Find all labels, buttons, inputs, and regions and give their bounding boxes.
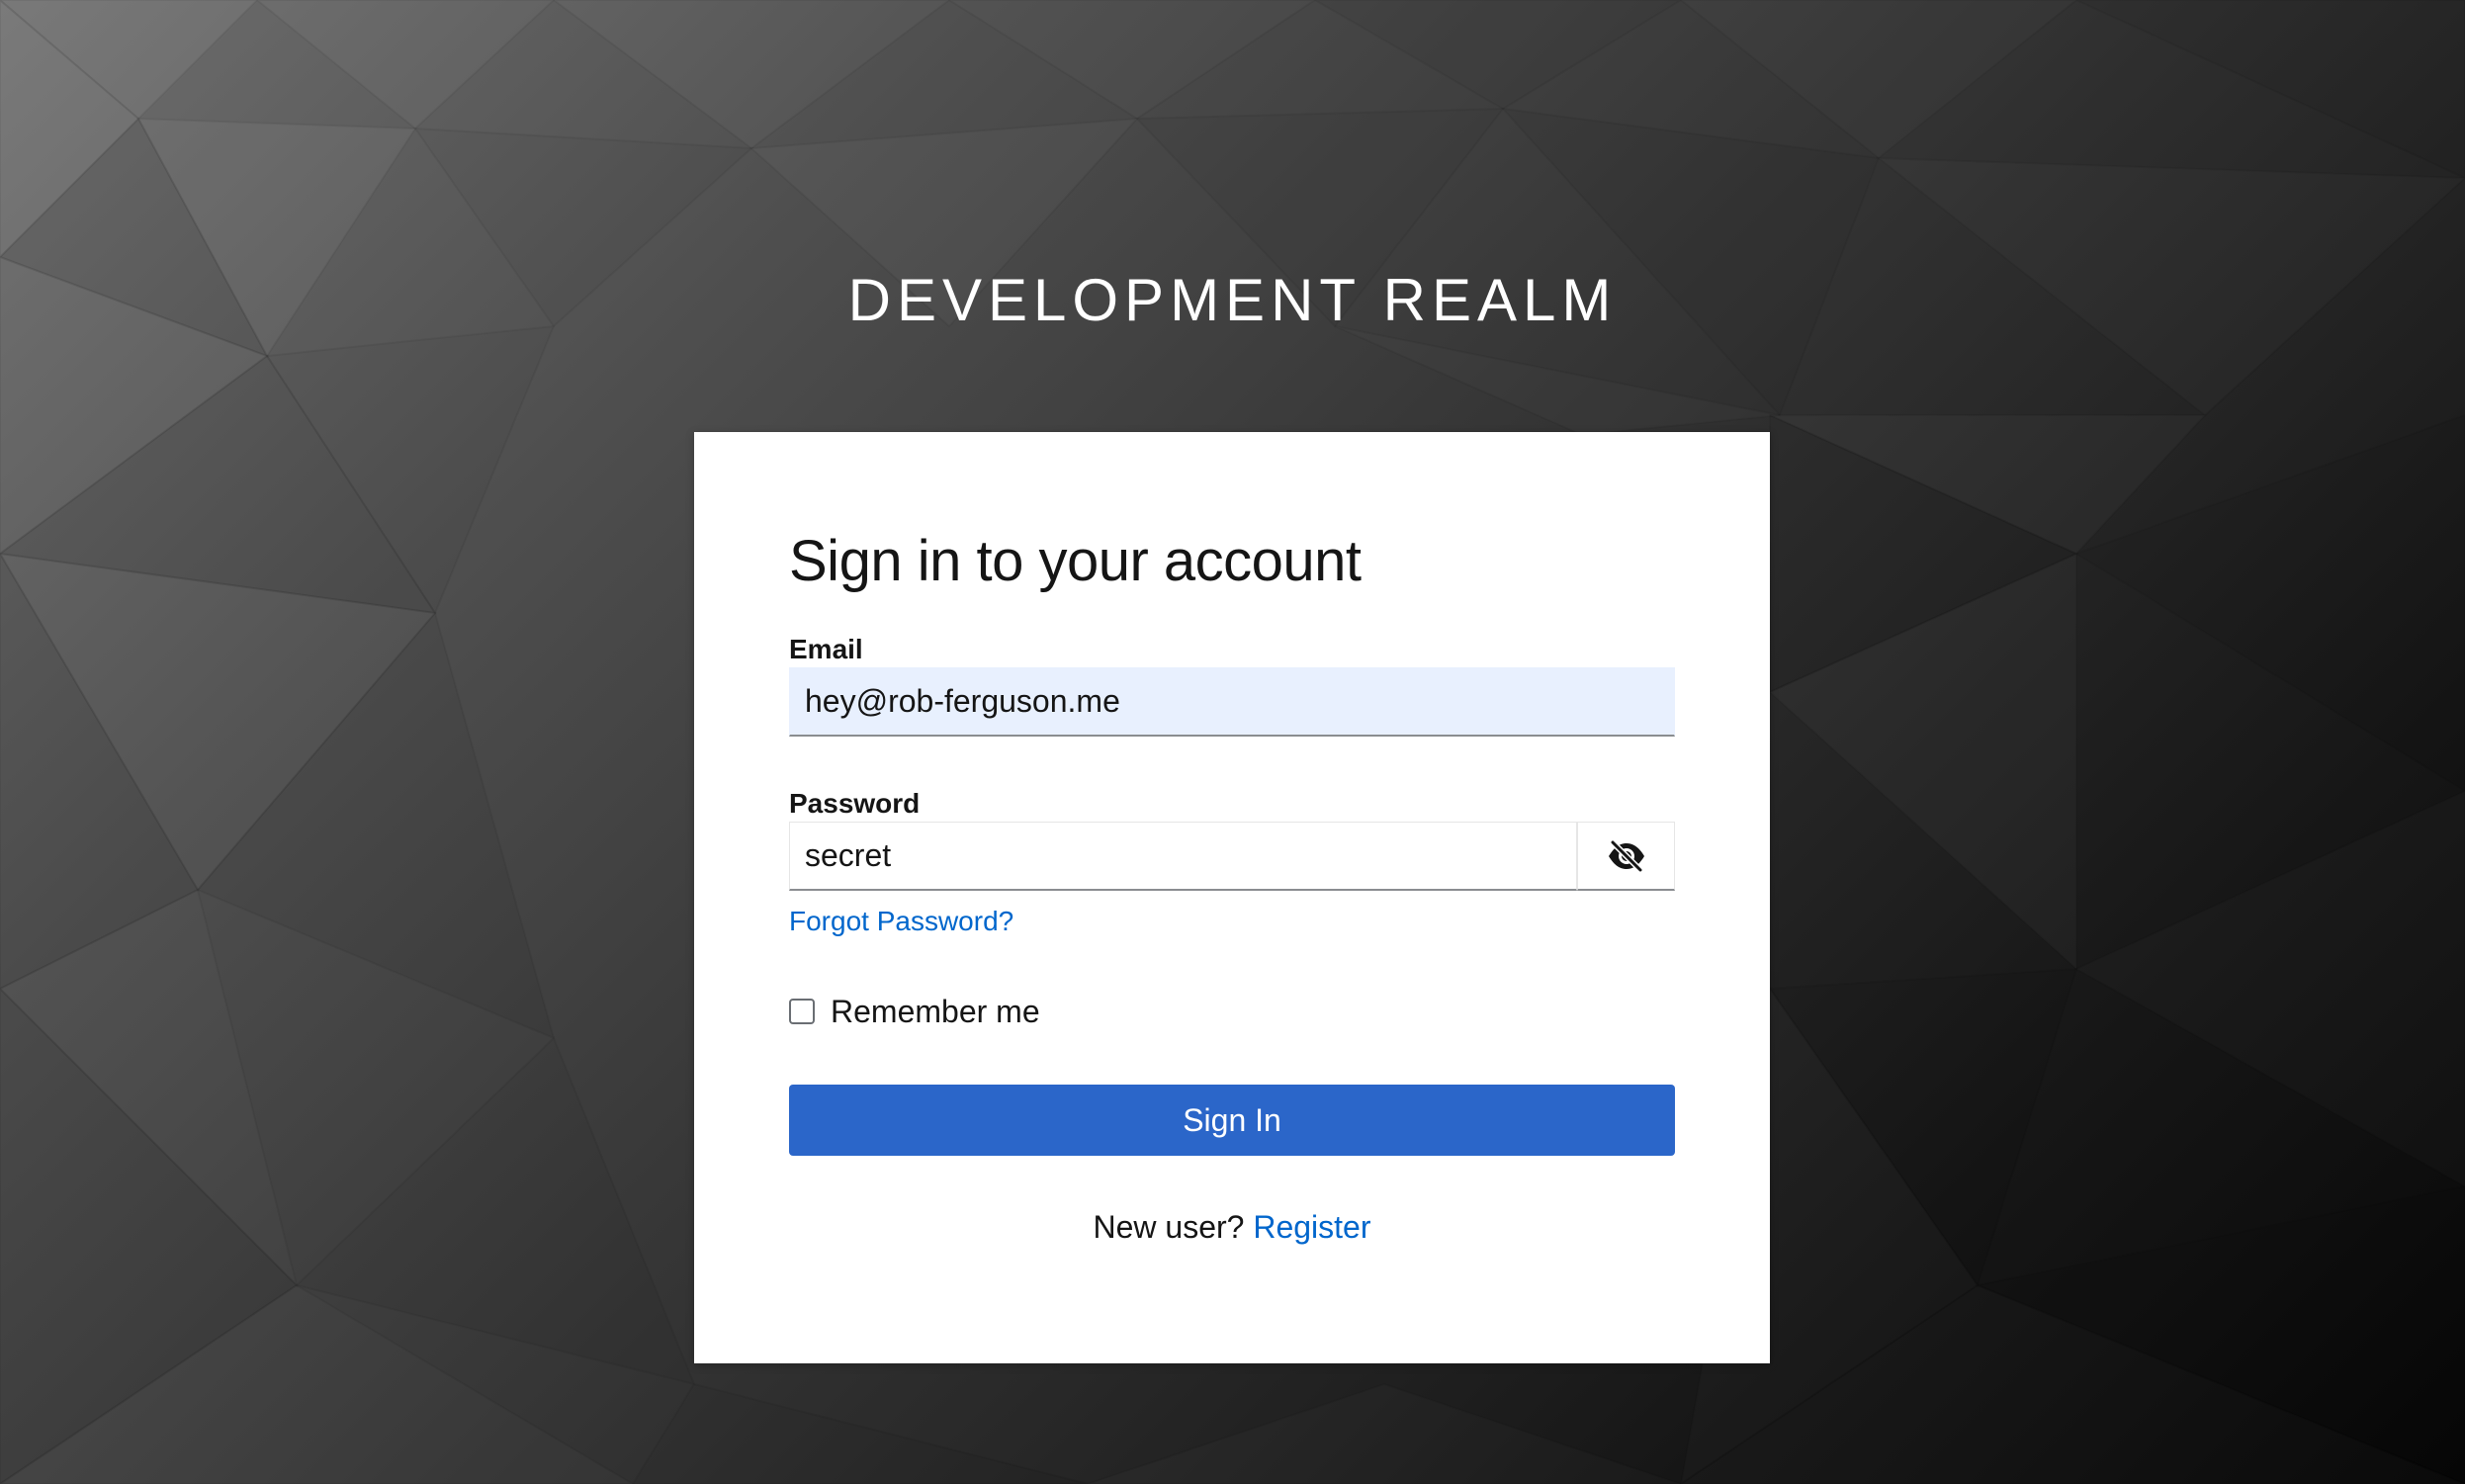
email-label: Email	[789, 634, 863, 664]
forgot-password-link[interactable]: Forgot Password?	[789, 905, 1013, 938]
password-label: Password	[789, 788, 921, 819]
register-link[interactable]: Register	[1253, 1209, 1370, 1245]
email-field[interactable]	[789, 667, 1675, 737]
login-card: Sign in to your account Email Password F…	[694, 432, 1770, 1363]
sign-in-button[interactable]: Sign In	[789, 1085, 1675, 1156]
new-user-text: New user?	[1093, 1209, 1254, 1245]
register-row: New user? Register	[694, 1207, 1770, 1247]
password-group	[789, 822, 1675, 891]
remember-me-checkbox[interactable]	[789, 999, 815, 1024]
password-field[interactable]	[789, 822, 1577, 891]
page-title: Sign in to your account	[789, 529, 1362, 593]
login-page: DEVELOPMENT REALM Sign in to your accoun…	[0, 0, 2465, 1484]
eye-slash-icon	[1608, 838, 1644, 873]
realm-title: DEVELOPMENT REALM	[847, 267, 1618, 333]
toggle-password-visibility-button[interactable]	[1577, 822, 1675, 891]
remember-me-row: Remember me	[789, 992, 1040, 1031]
remember-me-label[interactable]: Remember me	[831, 994, 1040, 1030]
